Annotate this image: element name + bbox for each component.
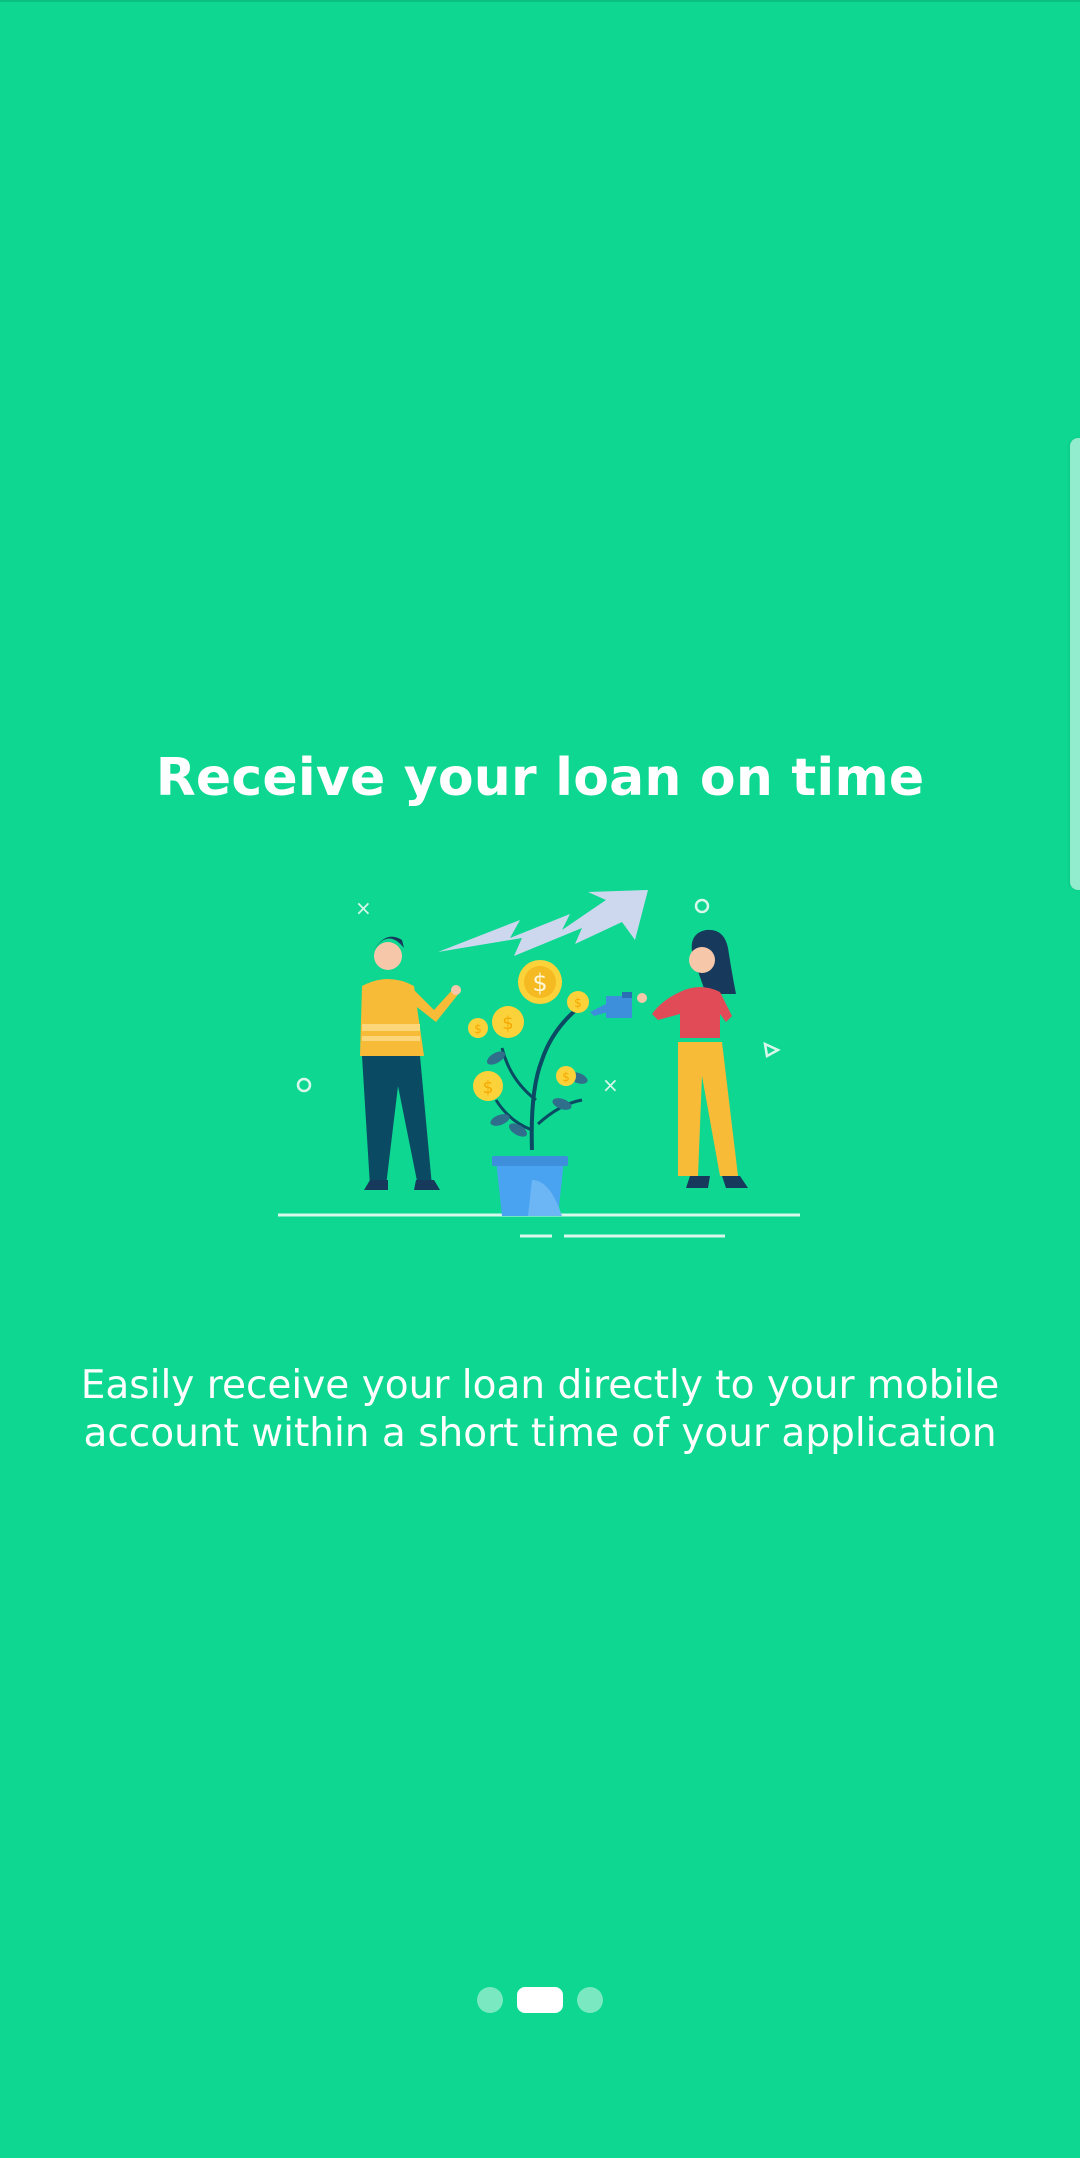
svg-text:×: ×: [355, 896, 372, 920]
svg-text:×: ×: [602, 1073, 619, 1097]
edge-panel-handle[interactable]: [1070, 438, 1080, 890]
svg-text:$: $: [532, 969, 547, 997]
page-indicator-dot-3[interactable]: [577, 1987, 603, 2013]
svg-text:$: $: [502, 1013, 513, 1034]
onboarding-description: Easily receive your loan directly to you…: [80, 1363, 1000, 1456]
svg-text:$: $: [474, 1022, 482, 1036]
loan-growth-illustration-icon: × × $ $ $ $ $ $: [270, 880, 810, 1250]
onboarding-title: Receive your loan on time: [155, 748, 925, 808]
svg-text:$: $: [562, 1070, 570, 1084]
page-indicator-dot-1[interactable]: [477, 1987, 503, 2013]
page-indicator: [0, 1986, 1080, 2014]
status-bar-edge: [0, 0, 1080, 2]
onboarding-screen: Receive your loan on time × × $ $ $ $ $ …: [0, 0, 1080, 2158]
page-indicator-dot-2-active[interactable]: [517, 1987, 563, 2013]
svg-text:$: $: [574, 996, 582, 1010]
svg-text:$: $: [483, 1078, 494, 1098]
